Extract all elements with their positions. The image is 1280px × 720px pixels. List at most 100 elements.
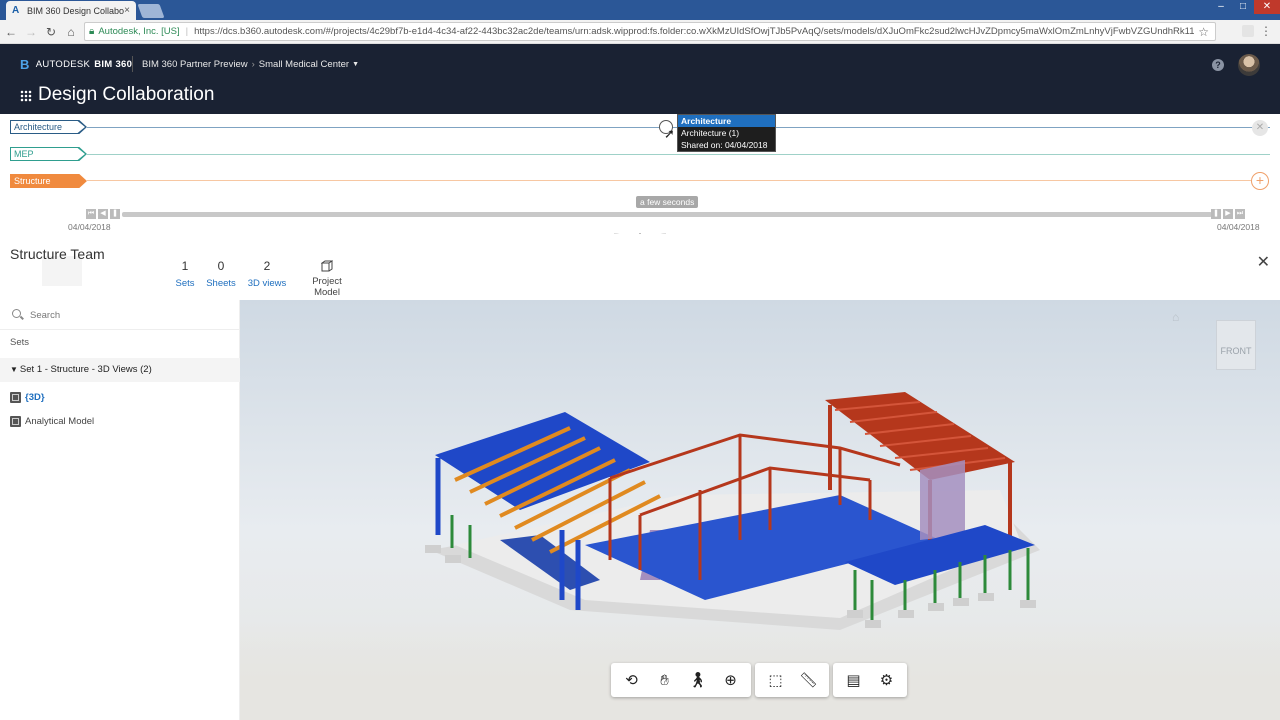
lane-line-mep [87, 154, 1270, 155]
reload-icon[interactable]: ↻ [42, 25, 60, 39]
stat-sheets[interactable]: 0 Sheets [206, 259, 236, 289]
search-icon [12, 309, 21, 318]
stat-sets[interactable]: 1 Sets [175, 259, 195, 289]
secure-label: Autodesk, Inc. [US] [98, 26, 180, 37]
viewer-toolbar: ⟲ ✋︎ 🚶︎ ⊕ ⬚ 📏︎ ▤ ⚙ [611, 663, 907, 697]
view-3d-label: {3D} [25, 392, 45, 403]
back-arrow-icon[interactable]: ← [2, 25, 20, 39]
section-measure-tools: ⬚ 📏︎ [755, 663, 829, 697]
new-tab-button[interactable] [137, 4, 165, 18]
lane-label-structure: Structure [10, 174, 87, 188]
stat-3d-views-label: 3D views [247, 278, 287, 289]
close-panel-icon[interactable]: ✕ [1257, 252, 1270, 272]
model-right-purple-wall [920, 460, 965, 540]
expand-triangle-icon[interactable]: ▼ [10, 365, 18, 374]
team-panel-header: Structure Team 1 Sets 0 Sheets 2 3D view… [0, 234, 1280, 300]
stat-3d-views-count: 2 [263, 259, 271, 273]
scrub-start-handle[interactable]: ❚ [110, 209, 120, 219]
browser-tab-title: BIM 360 Design Collabo [27, 5, 125, 16]
first-person-icon[interactable]: 🚶︎ [681, 663, 714, 697]
timeline-start-controls: ⏮ ◀ ❚ [86, 209, 120, 219]
browser-tab-bar: A BIM 360 Design Collabo × – □ ✕ [0, 0, 1280, 20]
stat-sheets-label: Sheets [206, 278, 236, 289]
home-icon[interactable]: ⌂ [62, 25, 80, 39]
lane-line-structure [87, 180, 1251, 181]
lock-icon: 🔒︎ [89, 26, 95, 37]
set-row-label: Set 1 - Structure - 3D Views (2) [19, 364, 152, 375]
browser-tab[interactable]: A BIM 360 Design Collabo × [6, 1, 136, 20]
brand-autodesk: AUTODESK [35, 59, 91, 70]
url-text: https://dcs.b360.autodesk.com/#/projects… [194, 26, 1195, 37]
stat-sets-count: 1 [181, 259, 189, 273]
stat-3d-views[interactable]: 2 3D views [247, 259, 287, 289]
header-divider [132, 56, 133, 72]
search-input[interactable] [30, 306, 230, 324]
tooltip-line1: Architecture (1) [681, 128, 740, 138]
section-box-icon[interactable]: ⬚ [759, 663, 792, 697]
model-browser-icon[interactable]: ▤ [837, 663, 870, 697]
lane-close-icon[interactable]: ✕ [1252, 120, 1268, 136]
team-title: Structure Team [10, 246, 105, 262]
breadcrumb-partner[interactable]: BIM 360 Partner Preview [142, 59, 248, 70]
skip-end-icon[interactable]: ⏭ [1235, 209, 1245, 219]
breadcrumb-chevron-icon: › [251, 59, 255, 70]
structural-model-render [425, 392, 1040, 630]
model-viewer[interactable]: ⌂ FRONT ⟲ ✋︎ 🚶︎ ⊕ ⬚ 📏︎ ▤ ⚙ [240, 300, 1280, 720]
lane-label-architecture: Architecture [11, 121, 85, 133]
lane-label-mep: MEP [11, 148, 85, 160]
view-3d-icon [10, 392, 21, 403]
skip-start-icon[interactable]: ⏮ [86, 209, 96, 219]
browser-address-bar: ← → ↻ ⌂ 🔒︎ Autodesk, Inc. [US] | https:/… [0, 20, 1280, 44]
timeline-end-date: 04/04/2018 [1217, 222, 1260, 232]
model-right-roof [825, 392, 1015, 480]
bim360-logo-icon: B [20, 57, 30, 72]
views-sidebar: Sets ▼Set 1 - Structure - 3D Views (2) {… [0, 300, 240, 720]
scrub-end-handle[interactable]: ❚ [1211, 209, 1221, 219]
timeline-time-badge: a few seconds [636, 196, 699, 208]
zoom-window-icon[interactable]: ⊕ [714, 663, 747, 697]
app-header: B AUTODESK BIM 360 BIM 360 Partner Previ… [0, 44, 1280, 114]
window-controls: – □ ✕ [1210, 0, 1280, 14]
page-title: Design Collaboration [38, 84, 215, 105]
tooltip-line2: Shared on: 04/04/2018 [681, 140, 768, 150]
orbit-icon[interactable]: ⟲ [615, 663, 648, 697]
list-item-view-3d[interactable]: {3D} [10, 392, 45, 403]
package-tooltip: Architecture Architecture (1) Shared on:… [677, 114, 776, 152]
set-row[interactable]: ▼ Set 1 - Structure - 3D Views (2) [0, 358, 240, 382]
view-analytical-label: Analytical Model [25, 416, 95, 427]
window-close-icon[interactable]: ✕ [1254, 0, 1280, 14]
list-item-analytical-model[interactable]: Analytical Model [10, 416, 94, 427]
navigation-tools: ⟲ ✋︎ 🚶︎ ⊕ [611, 663, 751, 697]
timeline-start-date: 04/04/2018 [68, 222, 111, 232]
bookmark-star-icon[interactable]: ☆ [1198, 25, 1209, 39]
app-switcher-grid-icon[interactable] [20, 90, 32, 102]
sets-heading: Sets [10, 337, 30, 348]
stat-sets-label: Sets [175, 278, 195, 289]
measure-ruler-icon[interactable]: 📏︎ [792, 663, 825, 697]
url-input[interactable]: 🔒︎ Autodesk, Inc. [US] | https://dcs.b36… [84, 22, 1216, 41]
breadcrumb-project[interactable]: Small Medical Center [259, 59, 349, 70]
autodesk-favicon-icon: A [12, 4, 20, 16]
step-back-icon[interactable]: ◀ [98, 209, 108, 219]
breadcrumb: BIM 360 Partner Preview › Small Medical … [142, 59, 359, 70]
pan-hand-icon[interactable]: ✋︎ [648, 663, 681, 697]
project-dropdown-caret-icon[interactable]: ▼ [352, 61, 359, 68]
project-model-label: Project Model [312, 276, 342, 298]
forward-arrow-icon[interactable]: → [22, 25, 40, 39]
help-icon[interactable]: ? [1212, 59, 1224, 71]
avatar[interactable] [1238, 54, 1260, 76]
step-forward-icon[interactable]: ▶ [1223, 209, 1233, 219]
tab-close-icon[interactable]: × [124, 5, 130, 16]
extension-icon[interactable] [1242, 25, 1254, 37]
settings-gear-icon[interactable]: ⚙ [870, 663, 903, 697]
timeline-scrubber[interactable] [122, 212, 1212, 217]
brand-bim: BIM 360 [94, 59, 133, 70]
model-settings-tools: ▤ ⚙ [833, 663, 907, 697]
add-package-icon[interactable]: + [1251, 172, 1269, 190]
project-model-button[interactable]: Project Model [298, 260, 356, 298]
browser-menu-icon[interactable]: ⋮ [1260, 24, 1272, 38]
maximize-icon[interactable]: □ [1232, 0, 1254, 14]
view-analytical-icon [10, 416, 21, 427]
autodesk-bim360-logo[interactable]: B AUTODESK BIM 360 [20, 57, 132, 72]
minimize-icon[interactable]: – [1210, 0, 1232, 14]
